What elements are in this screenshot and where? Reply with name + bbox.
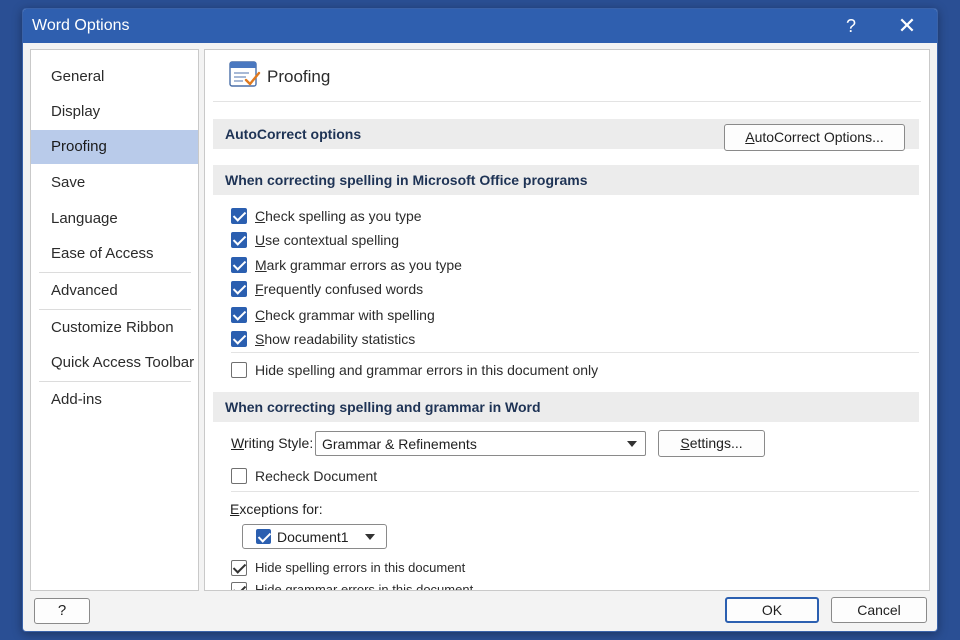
option-label: Check grammar with spelling: [255, 304, 435, 326]
option-label: Show readability statistics: [255, 328, 415, 350]
document-checkbox[interactable]: [256, 529, 271, 544]
checkbox[interactable]: [231, 468, 247, 484]
option-text: ark grammar errors as you type: [266, 257, 462, 273]
writing-style-select[interactable]: Grammar & Refinements: [315, 431, 646, 456]
proofing-panel: Proofing AutoCorrect options AutoCorrect…: [204, 49, 930, 591]
autocorrect-access-key: A: [745, 129, 755, 145]
checkbox[interactable]: [231, 281, 247, 297]
checkbox[interactable]: [231, 331, 247, 347]
office-spelling-section-header: When correcting spelling in Microsoft Of…: [213, 165, 919, 195]
writing-style-label: Writing Style:: [231, 435, 313, 451]
autocorrect-heading: AutoCorrect options: [225, 126, 362, 142]
checkbox[interactable]: [231, 232, 247, 248]
help-button[interactable]: ?: [34, 598, 90, 624]
autocorrect-button-label: utoCorrect Options...: [754, 129, 884, 145]
option-label: Hide grammar errors in this document: [255, 582, 474, 591]
access-key: M: [255, 257, 267, 273]
office-spelling-heading: When correcting spelling in Microsoft Of…: [225, 172, 588, 188]
label-text: xceptions for:: [239, 501, 323, 517]
options-divider: [231, 352, 919, 353]
nav-item-save[interactable]: Save: [31, 166, 198, 200]
settings-button[interactable]: Settings...: [658, 430, 765, 457]
checkbox[interactable]: [231, 582, 247, 590]
access-key: U: [255, 232, 266, 248]
access-key: C: [255, 307, 266, 323]
option-text: Hide spelling and grammar errors in this…: [255, 362, 599, 378]
exceptions-document-select[interactable]: Document1: [242, 524, 387, 549]
option-text: how readability statistics: [264, 331, 416, 347]
title-bar[interactable]: Word Options ? ✕: [23, 9, 937, 43]
option-label: Use contextual spelling: [255, 229, 399, 251]
help-icon[interactable]: ?: [831, 9, 871, 43]
option-text: requently confused words: [263, 281, 424, 297]
access-key: C: [255, 208, 266, 224]
nav-item-customize-ribbon[interactable]: Customize Ribbon: [31, 311, 198, 345]
ok-button[interactable]: OK: [725, 597, 819, 623]
header-divider: [213, 101, 921, 102]
label-text: riting Style:: [243, 435, 314, 451]
nav-item-language[interactable]: Language: [31, 202, 198, 236]
option-label: Hide spelling errors in this document: [255, 560, 466, 575]
option-label: Hide spelling and grammar errors in this…: [255, 359, 598, 381]
page-header: Proofing: [205, 50, 929, 104]
nav-divider: [39, 272, 191, 273]
word-grammar-section-header: When correcting spelling and grammar in …: [213, 392, 919, 422]
nav-item-proofing[interactable]: Proofing: [31, 130, 198, 164]
dialog-title: Word Options: [32, 17, 130, 34]
access-key: S: [680, 435, 690, 451]
nav-item-display[interactable]: Display: [31, 95, 198, 129]
nav-divider: [39, 381, 191, 382]
button-label: ettings...: [689, 435, 743, 451]
page-title: Proofing: [267, 67, 331, 86]
autocorrect-options-button[interactable]: AutoCorrect Options...: [724, 124, 905, 151]
chevron-down-icon: [365, 534, 375, 540]
exceptions-document-value: Document1: [277, 529, 349, 545]
word-grammar-heading: When correcting spelling and grammar in …: [225, 399, 541, 415]
nav-item-advanced[interactable]: Advanced: [31, 274, 198, 308]
nav-item-quick-access-toolbar[interactable]: Quick Access Toolbar: [31, 346, 198, 380]
option-label: Mark grammar errors as you type: [255, 254, 462, 276]
nav-item-general[interactable]: General: [31, 60, 198, 94]
recheck-label: Recheck Document: [255, 468, 378, 484]
nav-item-ease-of-access[interactable]: Ease of Access: [31, 237, 198, 271]
chevron-down-icon: [627, 441, 637, 447]
option-label: Check spelling as you type: [255, 205, 422, 227]
options-nav: General Display Proofing Save Language E…: [30, 49, 199, 591]
nav-divider: [39, 309, 191, 310]
checkbox[interactable]: [231, 560, 247, 576]
access-key: F: [255, 281, 264, 297]
access-key: S: [255, 331, 265, 347]
cancel-button[interactable]: Cancel: [831, 597, 927, 623]
checkbox[interactable]: [231, 307, 247, 323]
option-text: heck grammar with spelling: [265, 307, 435, 323]
access-key: E: [230, 501, 240, 517]
checkbox[interactable]: [231, 208, 247, 224]
exceptions-label: Exceptions for:: [230, 501, 323, 517]
access-key: W: [231, 435, 244, 451]
option-label: Frequently confused words: [255, 278, 423, 300]
word-options-dialog: Word Options ? ✕ General Display Proofin…: [22, 8, 938, 632]
checkbox[interactable]: [231, 362, 247, 378]
option-text: heck spelling as you type: [265, 208, 422, 224]
option-text: se contextual spelling: [265, 232, 399, 248]
close-icon[interactable]: ✕: [887, 9, 927, 43]
options-divider: [231, 491, 919, 492]
proofing-icon: [229, 61, 261, 87]
nav-item-add-ins[interactable]: Add-ins: [31, 383, 198, 417]
checkbox[interactable]: [231, 257, 247, 273]
writing-style-value: Grammar & Refinements: [322, 436, 477, 452]
